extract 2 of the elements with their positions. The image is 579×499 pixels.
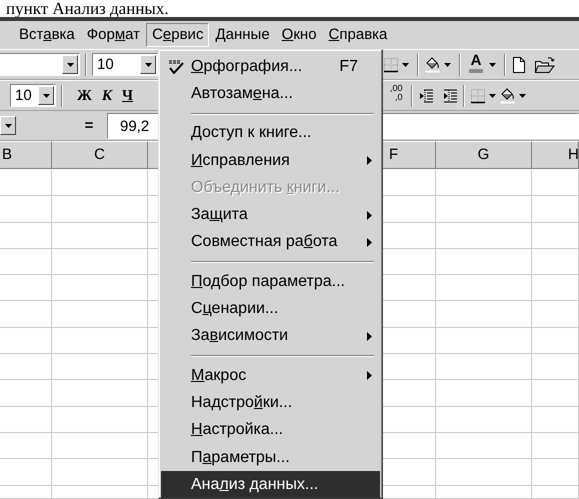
shortcut-text: F7: [339, 56, 359, 77]
caption-text: пункт Анализ данных.: [5, 0, 169, 17]
